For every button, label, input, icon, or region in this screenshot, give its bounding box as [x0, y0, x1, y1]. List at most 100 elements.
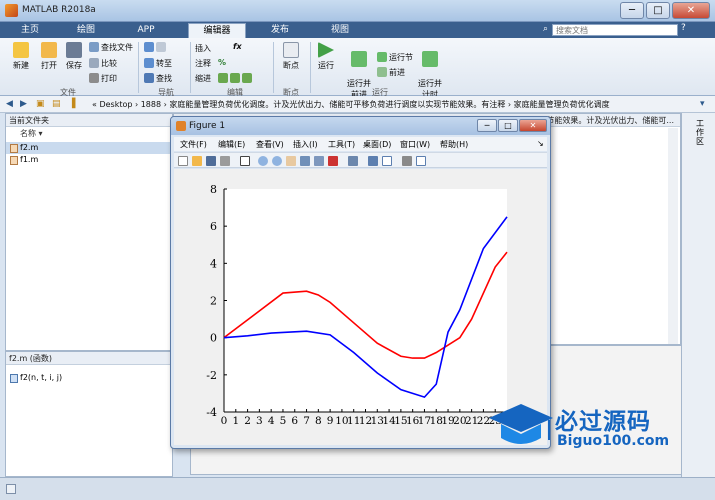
- run-button[interactable]: 运行: [313, 42, 339, 71]
- menu-window[interactable]: 窗口(W): [400, 139, 430, 150]
- current-path[interactable]: « Desktop › 1888 › 家庭能量管理负荷优化调度。计及光伏出力、储…: [92, 99, 610, 110]
- find-button[interactable]: 查找: [144, 73, 172, 84]
- forward-icon[interactable]: ▶: [20, 99, 27, 109]
- y-tick-label: -4: [206, 406, 217, 419]
- figure-titlebar[interactable]: Figure 1 ─ □ ✕: [171, 117, 550, 135]
- menu-tools[interactable]: 工具(T): [328, 139, 355, 150]
- plot-area: [224, 189, 507, 412]
- outdent-icon: [230, 73, 240, 83]
- file-row[interactable]: f1.m: [6, 154, 172, 166]
- graduation-cap-icon: [489, 404, 553, 444]
- help-icon[interactable]: ?: [681, 23, 686, 33]
- details-header: f2.m (函数): [6, 352, 172, 365]
- indent-icons[interactable]: [218, 73, 254, 83]
- insert-label: 插入: [195, 44, 211, 53]
- run-section-button[interactable]: 运行节: [377, 52, 413, 63]
- menu-desktop[interactable]: 桌面(D): [363, 139, 391, 150]
- watermark: 必过源码 Biguo100.com: [487, 396, 712, 456]
- print-figure-icon[interactable]: [220, 156, 230, 166]
- path-dropdown-icon[interactable]: ▾: [700, 99, 705, 109]
- compare-icon: [89, 58, 99, 68]
- tab-view[interactable]: 视图: [318, 23, 362, 38]
- menu-view[interactable]: 查看(V): [256, 139, 284, 150]
- menu-edit[interactable]: 编辑(E): [218, 139, 245, 150]
- comment-label: 注释: [195, 59, 211, 68]
- name-column-header[interactable]: 名称 ▾: [6, 128, 172, 140]
- close-button[interactable]: ✕: [672, 2, 710, 19]
- function-icon: [10, 374, 18, 383]
- save-figure-icon[interactable]: [206, 156, 216, 166]
- print-label: 打印: [101, 74, 117, 83]
- new-icon: [13, 42, 29, 58]
- find-files-label: 查找文件: [101, 43, 133, 52]
- menu-file[interactable]: 文件(F): [180, 139, 207, 150]
- back-forward-buttons[interactable]: [144, 42, 168, 52]
- tab-apps[interactable]: APP: [124, 23, 168, 38]
- new-button[interactable]: 新建: [8, 42, 34, 71]
- data-cursor-icon[interactable]: [314, 156, 324, 166]
- figure-minimize-button[interactable]: ─: [477, 119, 497, 132]
- pan-icon[interactable]: [286, 156, 296, 166]
- hide-tools-icon[interactable]: [402, 156, 412, 166]
- tab-home[interactable]: 主页: [8, 23, 52, 38]
- figure-close-button[interactable]: ✕: [519, 119, 547, 132]
- brush-icon[interactable]: [328, 156, 338, 166]
- menu-insert[interactable]: 插入(I): [293, 139, 318, 150]
- figure-maximize-button[interactable]: □: [498, 119, 518, 132]
- open-button[interactable]: 打开: [36, 42, 62, 71]
- open-label: 打开: [41, 61, 57, 70]
- legend-icon[interactable]: [382, 156, 392, 166]
- print-button[interactable]: 打印: [89, 73, 117, 84]
- insert-button[interactable]: 插入: [195, 43, 211, 54]
- search-input[interactable]: 搜索文档: [552, 24, 678, 36]
- compare-button[interactable]: 比较: [89, 58, 117, 69]
- percent-icon[interactable]: %: [218, 58, 226, 67]
- rotate-icon[interactable]: [300, 156, 310, 166]
- divider: [138, 42, 139, 93]
- tab-plots[interactable]: 绘图: [64, 23, 108, 38]
- goto-button[interactable]: 转至: [144, 58, 172, 69]
- details-panel: f2.m (函数) f2(n, t, i, j): [5, 351, 173, 477]
- up-folder-icon[interactable]: ▣: [36, 99, 45, 109]
- editor-scrollbar[interactable]: [668, 128, 678, 344]
- advance-button[interactable]: 前进: [377, 67, 405, 78]
- name-column-label: 名称: [20, 129, 36, 138]
- figure-toolbar: [174, 152, 547, 168]
- tab-publish[interactable]: 发布: [258, 23, 302, 38]
- back-icon: [144, 42, 154, 52]
- browse-folder-icon[interactable]: ▤: [52, 99, 61, 109]
- minimize-button[interactable]: ─: [620, 2, 644, 19]
- menu-dock-icon[interactable]: ↘: [537, 139, 544, 148]
- m-file-icon: [10, 144, 18, 153]
- save-icon: [66, 42, 82, 58]
- open-file-icon[interactable]: [192, 156, 202, 166]
- show-tools-icon[interactable]: [416, 156, 426, 166]
- y-tick-label: 4: [210, 257, 217, 270]
- y-tick-label: 2: [210, 295, 217, 308]
- maximize-button[interactable]: □: [646, 2, 670, 19]
- find-files-button[interactable]: 查找文件: [89, 42, 133, 53]
- zoom-in-icon[interactable]: [258, 156, 268, 166]
- colorbar-icon[interactable]: [368, 156, 378, 166]
- zoom-out-icon[interactable]: [272, 156, 282, 166]
- save-button[interactable]: 保存: [61, 42, 87, 71]
- run-and-time-button[interactable]: 运行并 计时: [415, 42, 445, 100]
- workspace-label[interactable]: 工作区: [696, 119, 708, 146]
- link-plot-icon[interactable]: [348, 156, 358, 166]
- menu-help[interactable]: 帮助(H): [440, 139, 468, 150]
- breakpoints-button[interactable]: 断点: [278, 42, 304, 71]
- current-folder-header: 当前文件夹: [6, 114, 172, 127]
- back-icon[interactable]: ◀: [6, 99, 13, 109]
- new-figure-icon[interactable]: [178, 156, 188, 166]
- indent-button[interactable]: 缩进: [195, 73, 211, 84]
- pointer-icon[interactable]: [240, 156, 250, 166]
- tab-editor[interactable]: 编辑器: [188, 23, 246, 38]
- x-tick-label: 2: [244, 415, 251, 427]
- function-signature-text: f2(n, t, i, j): [20, 373, 63, 382]
- x-tick-label: 1: [232, 415, 239, 427]
- x-tick-label: 0: [221, 415, 228, 427]
- file-row[interactable]: f2.m: [6, 142, 172, 154]
- status-grid-icon: [6, 484, 16, 494]
- comment-button[interactable]: 注释: [195, 58, 211, 69]
- fx-button[interactable]: fx: [233, 42, 242, 51]
